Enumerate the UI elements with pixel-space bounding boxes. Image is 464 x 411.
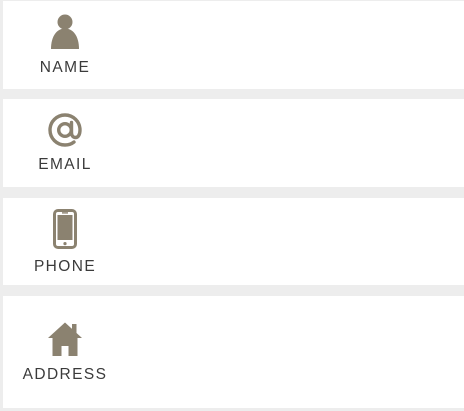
email-field-row[interactable]: EMAIL xyxy=(3,99,464,187)
house-icon xyxy=(47,321,83,357)
at-sign-icon xyxy=(48,113,82,147)
person-icon xyxy=(48,14,82,50)
address-input-area[interactable] xyxy=(127,296,464,408)
name-field-row[interactable]: NAME xyxy=(3,1,464,89)
address-field-row[interactable]: ADDRESS xyxy=(3,296,464,408)
phone-field-label: PHONE xyxy=(33,257,97,275)
name-input[interactable] xyxy=(127,1,464,89)
name-field-label: NAME xyxy=(39,59,91,77)
phone-input-area[interactable] xyxy=(127,198,464,285)
email-field-label: EMAIL xyxy=(38,156,92,174)
smartphone-icon xyxy=(53,208,77,249)
phone-field-row[interactable]: PHONE xyxy=(3,198,464,285)
name-field-label-cell: NAME xyxy=(3,1,127,89)
email-input-area[interactable] xyxy=(127,99,464,187)
name-input-area[interactable] xyxy=(127,1,464,89)
contact-form: NAME EMAIL PHONE ADDRESS xyxy=(0,0,464,411)
address-field-label: ADDRESS xyxy=(22,366,108,384)
phone-input[interactable] xyxy=(127,198,464,285)
address-input[interactable] xyxy=(127,296,464,408)
phone-field-label-cell: PHONE xyxy=(3,198,127,285)
email-input[interactable] xyxy=(127,99,464,187)
address-field-label-cell: ADDRESS xyxy=(3,296,127,408)
email-field-label-cell: EMAIL xyxy=(3,99,127,187)
